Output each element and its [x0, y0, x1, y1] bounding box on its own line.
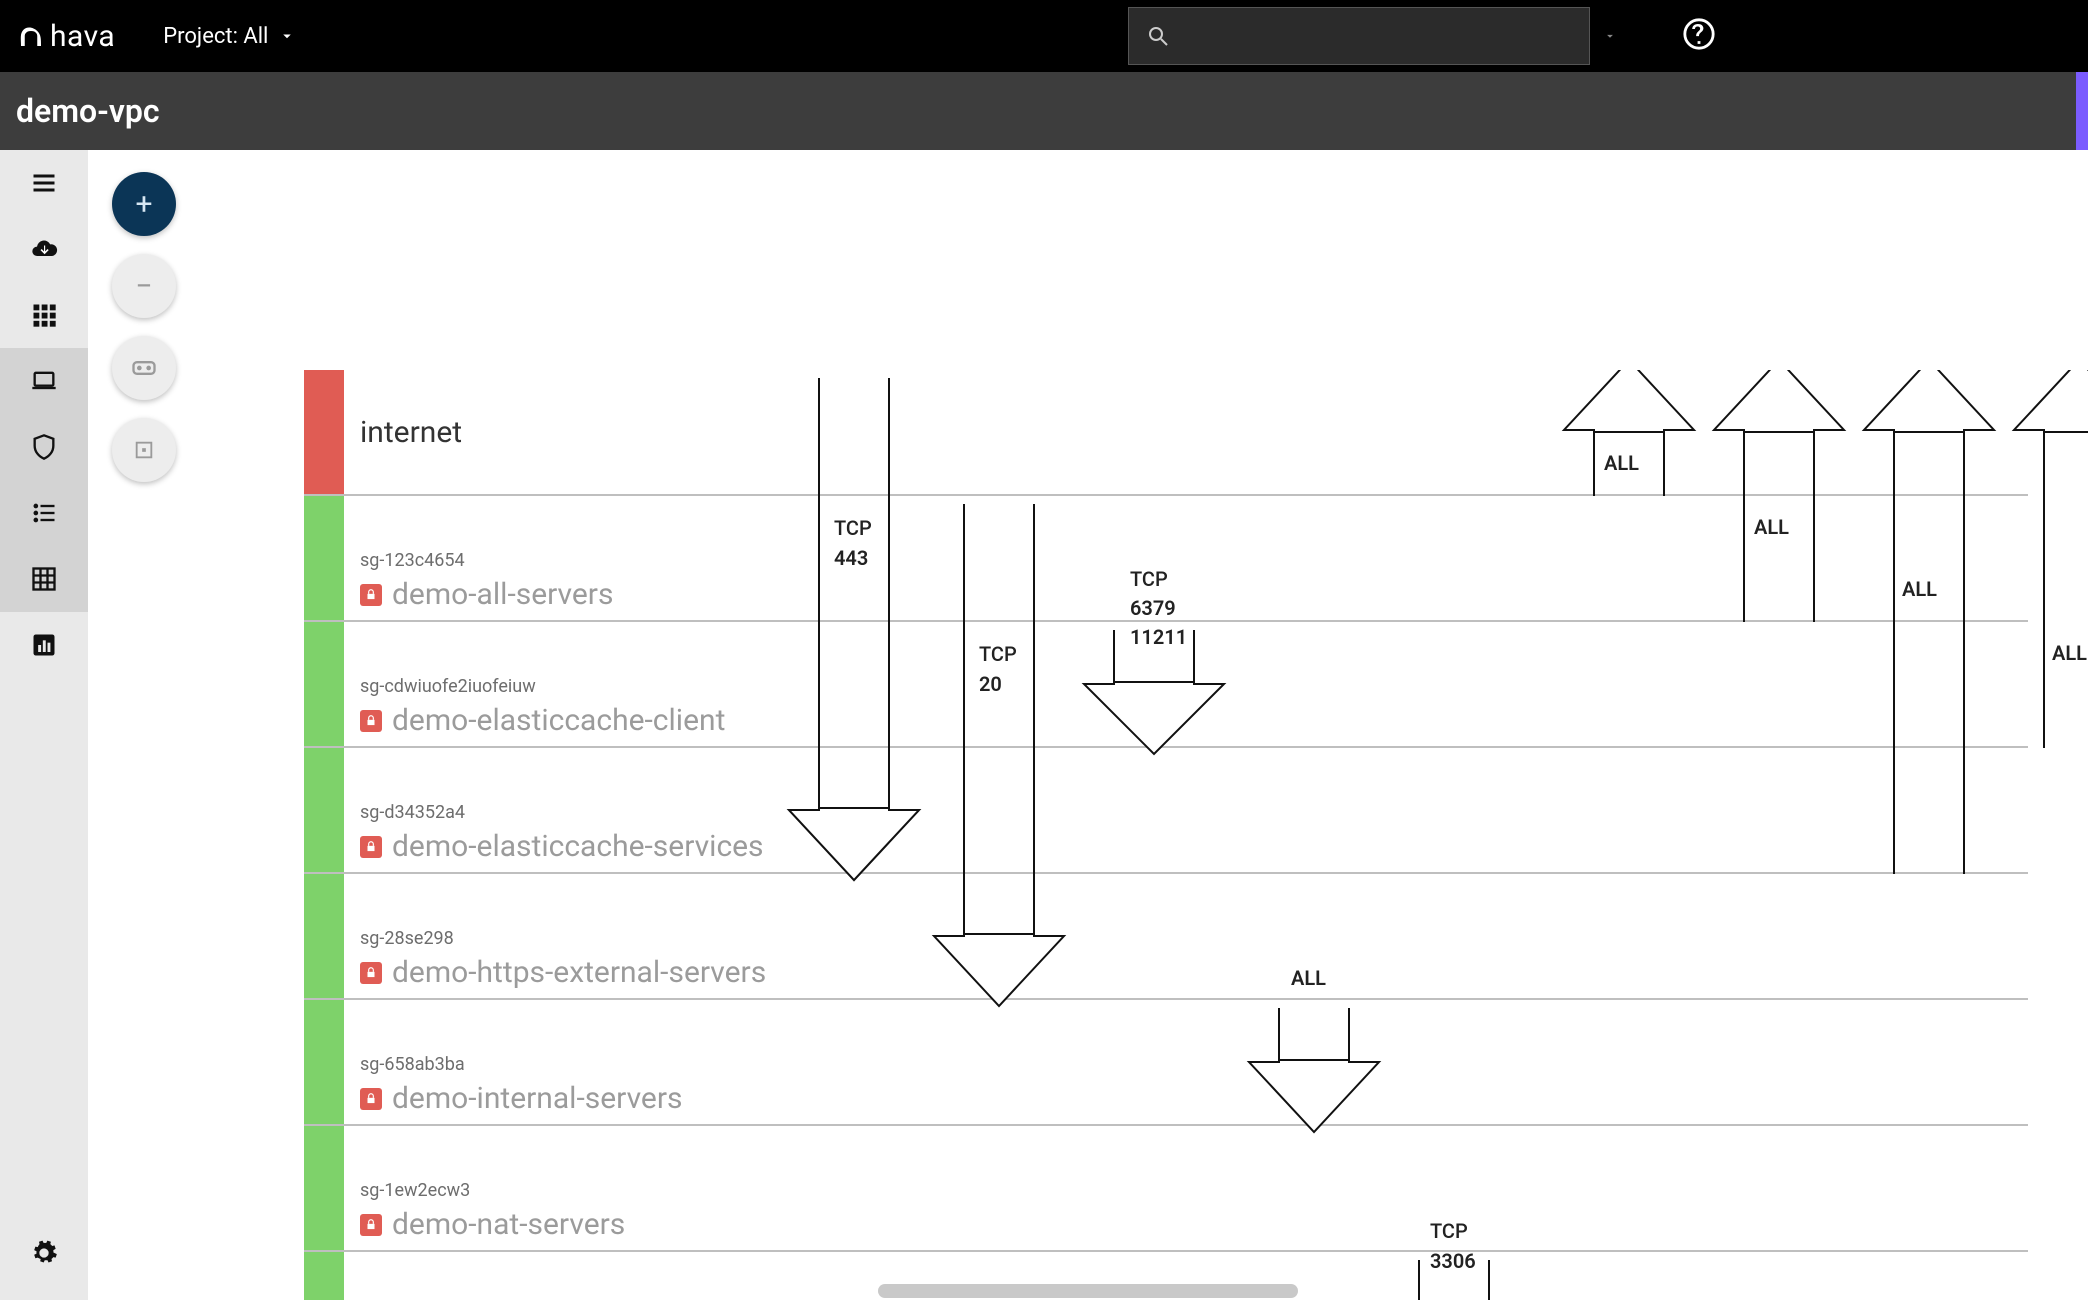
list-icon: [30, 499, 58, 527]
menu-button[interactable]: [0, 150, 88, 216]
grid-small-icon: [30, 301, 58, 329]
canvas-controls: + −: [112, 172, 176, 482]
sg-name-row: demo-elasticcache-client: [360, 703, 725, 738]
sg-name: demo-elasticcache-client: [392, 703, 725, 738]
zoom-in-button[interactable]: +: [112, 172, 176, 236]
lane-stripe: [304, 1126, 344, 1250]
vr-view-button[interactable]: [112, 336, 176, 400]
vr-headset-icon: [130, 354, 158, 382]
lock-icon: [360, 962, 382, 984]
table-view-button[interactable]: [0, 546, 88, 612]
search-icon: [1146, 24, 1170, 48]
lock-icon: [360, 836, 382, 858]
settings-button[interactable]: [0, 1220, 88, 1286]
sg-id: sg-28se298: [360, 928, 766, 949]
plus-icon: +: [135, 187, 152, 222]
laptop-icon: [30, 367, 58, 395]
diagram-canvas[interactable]: internet sg-123c4654 demo-all-servers sg…: [88, 150, 2088, 1300]
lane-sg[interactable]: sg-658ab3ba demo-internal-servers: [304, 1000, 2028, 1126]
lock-icon: [360, 1214, 382, 1236]
lane-sg[interactable]: sg-1ew2ecw3 demo-nat-servers: [304, 1126, 2028, 1252]
lane-stripe: [304, 370, 344, 494]
arrow-label: ALL: [2052, 641, 2087, 665]
lock-icon: [360, 584, 382, 606]
sg-id: sg-123c4654: [360, 550, 613, 571]
search-wrap: [1128, 7, 1590, 65]
lane-stripe: [304, 748, 344, 872]
sg-name-row: demo-all-servers: [360, 577, 613, 612]
lane-stripe: [304, 1000, 344, 1124]
topbar: hava Project: All: [0, 0, 2088, 72]
fit-view-button[interactable]: [112, 418, 176, 482]
sg-name: demo-nat-servers: [392, 1207, 625, 1242]
lane-stripe: [304, 622, 344, 746]
sg-name: demo-elasticcache-services: [392, 829, 764, 864]
project-selector-label: Project: All: [163, 24, 268, 49]
brand-text: hava: [50, 19, 115, 54]
reports-button[interactable]: [0, 612, 88, 678]
search-input[interactable]: [1128, 7, 1590, 65]
sg-name-row: demo-https-external-servers: [360, 955, 766, 990]
hamburger-icon: [30, 169, 58, 197]
lane-stripe: [304, 496, 344, 620]
lane-stripe: [304, 1252, 344, 1300]
lane-sg[interactable]: sg-28se298 demo-https-external-servers: [304, 874, 2028, 1000]
lane-internet[interactable]: internet: [304, 370, 2028, 496]
help-button[interactable]: [1682, 17, 1716, 55]
sg-name: demo-internal-servers: [392, 1081, 682, 1116]
sg-name: demo-https-external-servers: [392, 955, 766, 990]
panel-handle[interactable]: [2076, 72, 2088, 150]
list-view-button[interactable]: [0, 480, 88, 546]
shield-icon: [30, 433, 58, 461]
lane-sg[interactable]: sg-d34352a4 demo-elasticcache-services: [304, 748, 2028, 874]
brand-logo: hava: [16, 19, 115, 54]
cloud-download-icon: [30, 235, 58, 263]
lane-sg[interactable]: sg-123c4654 demo-all-servers: [304, 496, 2028, 622]
lane-stripe: [304, 874, 344, 998]
project-selector[interactable]: Project: All: [163, 24, 296, 49]
topbar-right: [1128, 7, 1716, 65]
titlebar: demo-vpc: [0, 72, 2088, 150]
bar-chart-icon: [30, 631, 58, 659]
sg-name: demo-all-servers: [392, 577, 613, 612]
grid-view-button[interactable]: [0, 282, 88, 348]
help-icon: [1682, 17, 1716, 51]
left-sidebar: [0, 150, 88, 1300]
sg-id: sg-d34352a4: [360, 802, 764, 823]
caret-down-icon: [1603, 29, 1617, 43]
search-dropdown[interactable]: [1590, 7, 1630, 65]
page-title: demo-vpc: [16, 92, 160, 130]
sg-name-row: demo-nat-servers: [360, 1207, 625, 1242]
zoom-out-button[interactable]: −: [112, 254, 176, 318]
security-view-button[interactable]: [0, 414, 88, 480]
sg-id: sg-658ab3ba: [360, 1054, 682, 1075]
sg-name-row: demo-internal-servers: [360, 1081, 682, 1116]
download-button[interactable]: [0, 216, 88, 282]
chevron-down-icon: [278, 27, 296, 45]
gear-icon: [30, 1239, 58, 1267]
infrastructure-view-button[interactable]: [0, 348, 88, 414]
sg-id: sg-cdwiuofe2iuofeiuw: [360, 676, 725, 697]
lock-icon: [360, 1088, 382, 1110]
focus-square-icon: [133, 439, 155, 461]
lane-sg[interactable]: sg-cdwiuofe2iuofeiuw demo-elasticcache-c…: [304, 622, 2028, 748]
lane-container: internet sg-123c4654 demo-all-servers sg…: [304, 370, 2028, 1300]
brand-icon: [16, 21, 46, 51]
minus-icon: −: [135, 269, 152, 304]
horizontal-scrollbar[interactable]: [878, 1284, 1298, 1298]
sg-id: sg-1ew2ecw3: [360, 1180, 625, 1201]
lock-icon: [360, 710, 382, 732]
table-icon: [30, 565, 58, 593]
lane-title: internet: [360, 415, 462, 450]
sg-name-row: demo-elasticcache-services: [360, 829, 764, 864]
